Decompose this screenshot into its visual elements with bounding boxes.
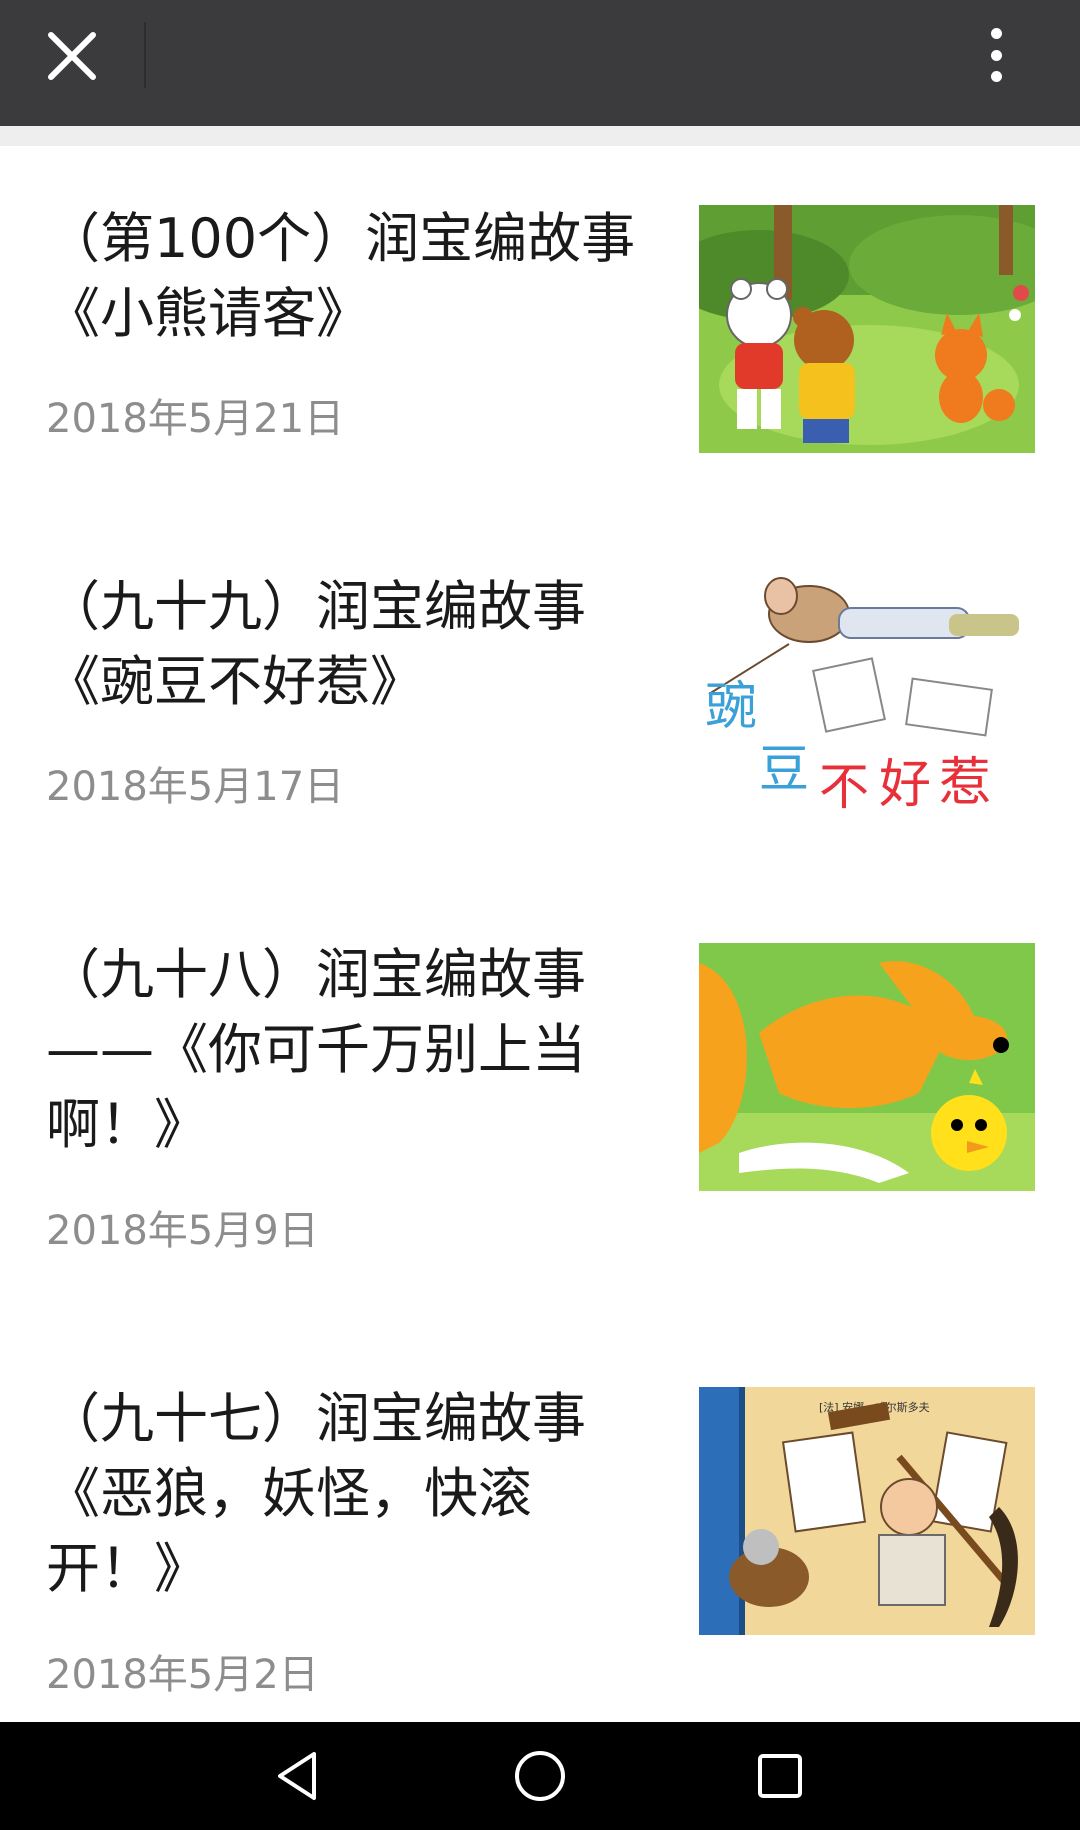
nav-back-button[interactable] (268, 1746, 328, 1806)
article-title: （九十七）润宝编故事 《恶狼，妖怪，快滚 开！》 (46, 1387, 586, 1600)
bear-party-illustration (699, 205, 1035, 453)
article-item[interactable]: （第100个）润宝编故事 《小熊请客》 2018年5月21日 (0, 146, 1080, 516)
toolbar-divider (144, 22, 146, 88)
fox-chick-illustration (699, 943, 1035, 1191)
nav-recents-button[interactable] (750, 1746, 810, 1806)
article-item[interactable]: （九十九）润宝编故事 《豌豆不好惹》 2018年5月17日 豌 豆 不 好 惹 (0, 514, 1080, 884)
article-title: （九十八）润宝编故事 ——《你可千万别上当 啊！》 (46, 943, 586, 1156)
article-date: 2018年5月2日 (46, 1652, 319, 1698)
more-options-button[interactable] (976, 22, 1016, 88)
system-nav-bar (0, 1722, 1080, 1830)
nav-back-icon (278, 1752, 316, 1800)
nav-recents-icon (758, 1754, 802, 1798)
top-bar (0, 0, 1080, 126)
more-vertical-icon (990, 28, 1002, 39)
nav-home-button[interactable] (510, 1746, 570, 1806)
close-icon (48, 32, 96, 80)
article-item[interactable]: （九十七）润宝编故事 《恶狼，妖怪，快滚 开！》 2018年5月2日 [法] 安… (0, 1326, 1080, 1768)
article-thumbnail: 豌 豆 不 好 惹 (699, 574, 1035, 822)
article-date: 2018年5月21日 (46, 396, 345, 442)
nav-home-icon (515, 1751, 565, 1801)
header-gap (0, 126, 1080, 146)
article-item[interactable]: （九十八）润宝编故事 ——《你可千万别上当 啊！》 2018年5月9日 (0, 882, 1080, 1328)
pea-mouse-illustration: 豌 豆 不 好 惹 (699, 574, 1035, 822)
pea-title-char: 不 (819, 758, 869, 816)
pea-title-char: 豆 (759, 740, 809, 798)
book-cover-illustration: [法] 安娜 · 威尔斯多夫 (699, 1387, 1035, 1635)
pea-title-char: 豌 (705, 677, 757, 737)
article-thumbnail (699, 943, 1035, 1191)
close-button[interactable] (42, 26, 102, 86)
article-date: 2018年5月17日 (46, 764, 345, 810)
article-date: 2018年5月9日 (46, 1208, 319, 1254)
article-thumbnail: [法] 安娜 · 威尔斯多夫 (699, 1387, 1035, 1635)
article-title: （第100个）润宝编故事 《小熊请客》 (46, 207, 636, 345)
article-title: （九十九）润宝编故事 《豌豆不好惹》 (46, 575, 586, 713)
pea-title-char: 好 (879, 755, 931, 815)
article-thumbnail (699, 205, 1035, 453)
pea-title-char: 惹 (939, 753, 991, 813)
